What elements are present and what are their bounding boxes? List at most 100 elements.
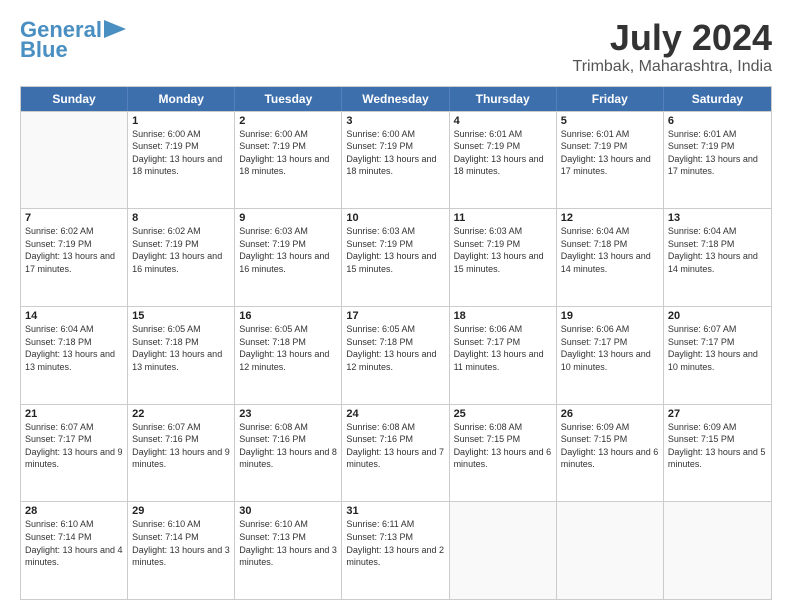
day-info: Sunrise: 6:07 AMSunset: 7:17 PMDaylight:… <box>668 323 767 373</box>
cal-cell-w4-d5: 25Sunrise: 6:08 AMSunset: 7:15 PMDayligh… <box>450 405 557 502</box>
subtitle: Trimbak, Maharashtra, India <box>573 58 772 76</box>
cal-cell-w3-d6: 19Sunrise: 6:06 AMSunset: 7:17 PMDayligh… <box>557 307 664 404</box>
cal-cell-w1-d6: 5Sunrise: 6:01 AMSunset: 7:19 PMDaylight… <box>557 112 664 209</box>
day-info: Sunrise: 6:09 AMSunset: 7:15 PMDaylight:… <box>668 421 767 471</box>
logo-arrow-icon <box>104 20 126 38</box>
day-info: Sunrise: 6:09 AMSunset: 7:15 PMDaylight:… <box>561 421 659 471</box>
cal-cell-w2-d2: 8Sunrise: 6:02 AMSunset: 7:19 PMDaylight… <box>128 209 235 306</box>
day-number: 23 <box>239 408 337 420</box>
day-number: 25 <box>454 408 552 420</box>
day-info: Sunrise: 6:03 AMSunset: 7:19 PMDaylight:… <box>239 225 337 275</box>
day-number: 27 <box>668 408 767 420</box>
day-number: 16 <box>239 310 337 322</box>
cal-cell-w5-d5 <box>450 502 557 599</box>
cal-cell-w4-d7: 27Sunrise: 6:09 AMSunset: 7:15 PMDayligh… <box>664 405 771 502</box>
day-info: Sunrise: 6:04 AMSunset: 7:18 PMDaylight:… <box>561 225 659 275</box>
cal-cell-w3-d3: 16Sunrise: 6:05 AMSunset: 7:18 PMDayligh… <box>235 307 342 404</box>
page: General Blue July 2024 Trimbak, Maharash… <box>0 0 792 612</box>
day-info: Sunrise: 6:10 AMSunset: 7:14 PMDaylight:… <box>132 518 230 568</box>
day-info: Sunrise: 6:10 AMSunset: 7:13 PMDaylight:… <box>239 518 337 568</box>
day-number: 2 <box>239 115 337 127</box>
day-number: 1 <box>132 115 230 127</box>
cal-cell-w1-d1 <box>21 112 128 209</box>
cal-cell-w5-d6 <box>557 502 664 599</box>
cal-cell-w2-d4: 10Sunrise: 6:03 AMSunset: 7:19 PMDayligh… <box>342 209 449 306</box>
main-title: July 2024 <box>573 18 772 58</box>
cal-cell-w5-d7 <box>664 502 771 599</box>
calendar-week-5: 28Sunrise: 6:10 AMSunset: 7:14 PMDayligh… <box>21 501 771 599</box>
calendar-week-1: 1 Sunrise: 6:00 AMSunset: 7:19 PMDaylight… <box>21 111 771 209</box>
header-saturday: Saturday <box>664 87 771 111</box>
day-number: 7 <box>25 212 123 224</box>
cal-cell-w3-d5: 18Sunrise: 6:06 AMSunset: 7:17 PMDayligh… <box>450 307 557 404</box>
header-tuesday: Tuesday <box>235 87 342 111</box>
day-info: Sunrise: 6:07 AMSunset: 7:17 PMDaylight:… <box>25 421 123 471</box>
calendar-week-3: 14Sunrise: 6:04 AMSunset: 7:18 PMDayligh… <box>21 306 771 404</box>
cal-cell-w3-d4: 17Sunrise: 6:05 AMSunset: 7:18 PMDayligh… <box>342 307 449 404</box>
calendar-header: Sunday Monday Tuesday Wednesday Thursday… <box>21 87 771 111</box>
day-number: 29 <box>132 505 230 517</box>
cal-cell-w2-d7: 13Sunrise: 6:04 AMSunset: 7:18 PMDayligh… <box>664 209 771 306</box>
day-number: 14 <box>25 310 123 322</box>
cal-cell-w1-d3: 2Sunrise: 6:00 AMSunset: 7:19 PMDaylight… <box>235 112 342 209</box>
cal-cell-w1-d5: 4Sunrise: 6:01 AMSunset: 7:19 PMDaylight… <box>450 112 557 209</box>
logo-blue-text: Blue <box>20 38 68 62</box>
cal-cell-w3-d2: 15Sunrise: 6:05 AMSunset: 7:18 PMDayligh… <box>128 307 235 404</box>
day-info: Sunrise: 6:04 AMSunset: 7:18 PMDaylight:… <box>25 323 123 373</box>
calendar-week-4: 21Sunrise: 6:07 AMSunset: 7:17 PMDayligh… <box>21 404 771 502</box>
day-info: Sunrise: 6:01 AMSunset: 7:19 PMDaylight:… <box>561 128 659 178</box>
cal-cell-w4-d6: 26Sunrise: 6:09 AMSunset: 7:15 PMDayligh… <box>557 405 664 502</box>
day-number: 30 <box>239 505 337 517</box>
cal-cell-w2-d5: 11Sunrise: 6:03 AMSunset: 7:19 PMDayligh… <box>450 209 557 306</box>
header: General Blue July 2024 Trimbak, Maharash… <box>20 18 772 76</box>
day-number: 24 <box>346 408 444 420</box>
header-wednesday: Wednesday <box>342 87 449 111</box>
cal-cell-w1-d2: 1Sunrise: 6:00 AMSunset: 7:19 PMDaylight… <box>128 112 235 209</box>
day-info: Sunrise: 6:06 AMSunset: 7:17 PMDaylight:… <box>454 323 552 373</box>
day-number: 3 <box>346 115 444 127</box>
cal-cell-w2-d3: 9Sunrise: 6:03 AMSunset: 7:19 PMDaylight… <box>235 209 342 306</box>
day-number: 22 <box>132 408 230 420</box>
day-info: Sunrise: 6:06 AMSunset: 7:17 PMDaylight:… <box>561 323 659 373</box>
day-number: 17 <box>346 310 444 322</box>
title-block: July 2024 Trimbak, Maharashtra, India <box>573 18 772 76</box>
calendar-week-2: 7Sunrise: 6:02 AMSunset: 7:19 PMDaylight… <box>21 208 771 306</box>
logo: General Blue <box>20 18 126 62</box>
cal-cell-w4-d2: 22Sunrise: 6:07 AMSunset: 7:16 PMDayligh… <box>128 405 235 502</box>
day-number: 5 <box>561 115 659 127</box>
cal-cell-w3-d7: 20Sunrise: 6:07 AMSunset: 7:17 PMDayligh… <box>664 307 771 404</box>
day-info: Sunrise: 6:05 AMSunset: 7:18 PMDaylight:… <box>346 323 444 373</box>
cal-cell-w4-d4: 24Sunrise: 6:08 AMSunset: 7:16 PMDayligh… <box>342 405 449 502</box>
day-info: Sunrise: 6:05 AMSunset: 7:18 PMDaylight:… <box>239 323 337 373</box>
cal-cell-w1-d7: 6Sunrise: 6:01 AMSunset: 7:19 PMDaylight… <box>664 112 771 209</box>
cal-cell-w3-d1: 14Sunrise: 6:04 AMSunset: 7:18 PMDayligh… <box>21 307 128 404</box>
cal-cell-w5-d4: 31Sunrise: 6:11 AMSunset: 7:13 PMDayligh… <box>342 502 449 599</box>
day-info: Sunrise: 6:08 AMSunset: 7:16 PMDaylight:… <box>346 421 444 471</box>
day-number: 11 <box>454 212 552 224</box>
cal-cell-w5-d3: 30Sunrise: 6:10 AMSunset: 7:13 PMDayligh… <box>235 502 342 599</box>
day-number: 6 <box>668 115 767 127</box>
cal-cell-w2-d6: 12Sunrise: 6:04 AMSunset: 7:18 PMDayligh… <box>557 209 664 306</box>
day-info: Sunrise: 6:00 AMSunset: 7:19 PMDaylight:… <box>346 128 444 178</box>
day-info: Sunrise: 6:01 AMSunset: 7:19 PMDaylight:… <box>668 128 767 178</box>
day-number: 31 <box>346 505 444 517</box>
day-number: 9 <box>239 212 337 224</box>
day-number: 20 <box>668 310 767 322</box>
day-info: Sunrise: 6:10 AMSunset: 7:14 PMDaylight:… <box>25 518 123 568</box>
day-number: 12 <box>561 212 659 224</box>
header-monday: Monday <box>128 87 235 111</box>
day-info: Sunrise: 6:02 AMSunset: 7:19 PMDaylight:… <box>132 225 230 275</box>
day-number: 10 <box>346 212 444 224</box>
day-info: Sunrise: 6:05 AMSunset: 7:18 PMDaylight:… <box>132 323 230 373</box>
day-info: Sunrise: 6:00 AMSunset: 7:19 PMDaylight:… <box>239 128 337 178</box>
day-info: Sunrise: 6:02 AMSunset: 7:19 PMDaylight:… <box>25 225 123 275</box>
cal-cell-w5-d2: 29Sunrise: 6:10 AMSunset: 7:14 PMDayligh… <box>128 502 235 599</box>
cal-cell-w5-d1: 28Sunrise: 6:10 AMSunset: 7:14 PMDayligh… <box>21 502 128 599</box>
calendar-body: 1 Sunrise: 6:00 AMSunset: 7:19 PMDaylight… <box>21 111 771 599</box>
cal-cell-w2-d1: 7Sunrise: 6:02 AMSunset: 7:19 PMDaylight… <box>21 209 128 306</box>
day-number: 8 <box>132 212 230 224</box>
header-friday: Friday <box>557 87 664 111</box>
day-number: 28 <box>25 505 123 517</box>
day-info: Sunrise: 6:08 AMSunset: 7:15 PMDaylight:… <box>454 421 552 471</box>
day-number: 18 <box>454 310 552 322</box>
